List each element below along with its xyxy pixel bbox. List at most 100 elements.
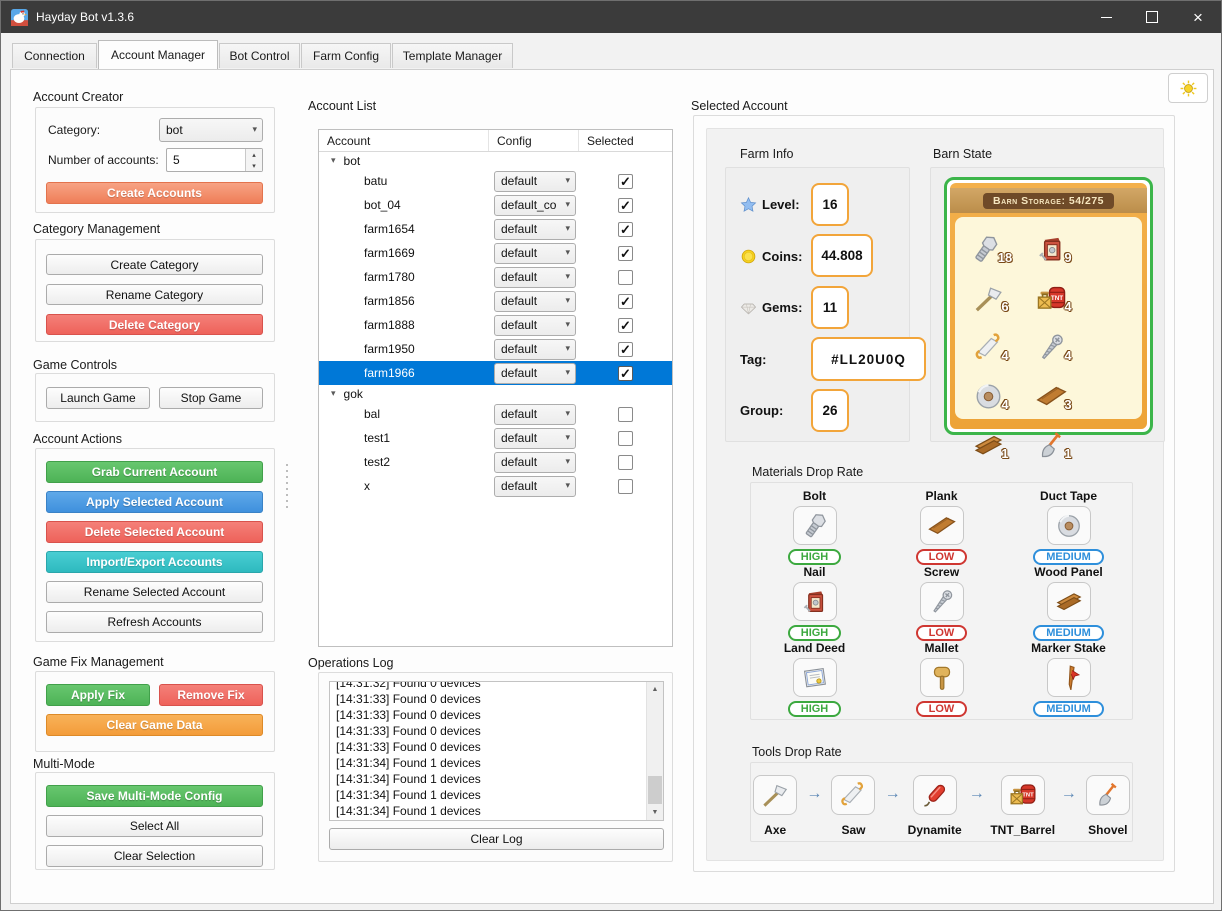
tab-connection[interactable]: Connection: [12, 43, 97, 68]
plank-icon: [927, 511, 957, 541]
barn-item: 1: [1022, 421, 1085, 470]
config-dropdown[interactable]: default▾: [494, 291, 576, 312]
barn-item: 4: [959, 372, 1022, 421]
config-dropdown[interactable]: default▾: [494, 267, 576, 288]
config-dropdown[interactable]: default▾: [494, 428, 576, 449]
select-all-button[interactable]: Select All: [46, 815, 263, 837]
table-row-selected[interactable]: farm1966 default▾: [319, 361, 672, 385]
selected-checkbox[interactable]: [618, 246, 633, 261]
barn-item: 9: [1022, 225, 1085, 274]
create-accounts-button[interactable]: Create Accounts: [46, 182, 263, 204]
table-row[interactable]: farm1856 default▾: [319, 289, 672, 313]
table-row[interactable]: test1 default▾: [319, 426, 672, 450]
import-export-accounts-button[interactable]: Import/Export Accounts: [46, 551, 263, 573]
barn-item: 4: [959, 323, 1022, 372]
table-row[interactable]: bot_04 default_copy▾: [319, 193, 672, 217]
column-header-account[interactable]: Account: [319, 130, 489, 151]
close-button[interactable]: ×: [1175, 1, 1221, 33]
chevron-down-icon: ▾: [565, 319, 570, 330]
scroll-down-icon[interactable]: ▼: [647, 805, 663, 820]
theme-toggle-button[interactable]: [1168, 73, 1208, 103]
expander-icon[interactable]: ▾: [331, 388, 336, 399]
scrollbar-thumb[interactable]: [648, 776, 662, 804]
maximize-button[interactable]: [1129, 1, 1175, 33]
category-dropdown[interactable]: bot ▾: [159, 118, 263, 142]
material-cell: Land Deed HIGH: [751, 641, 878, 717]
selected-checkbox[interactable]: [618, 318, 633, 333]
delete-category-button[interactable]: Delete Category: [46, 314, 263, 335]
tab-bot-control[interactable]: Bot Control: [219, 43, 300, 68]
table-group-row[interactable]: ▾bot: [319, 152, 672, 169]
config-dropdown[interactable]: default▾: [494, 171, 576, 192]
table-row[interactable]: farm1780 default▾: [319, 265, 672, 289]
stop-game-button[interactable]: Stop Game: [159, 387, 263, 409]
config-dropdown[interactable]: default▾: [494, 476, 576, 497]
selected-checkbox[interactable]: [618, 222, 633, 237]
grab-current-account-button[interactable]: Grab Current Account: [46, 461, 263, 483]
config-dropdown[interactable]: default▾: [494, 219, 576, 240]
log-line: [14:31:34] Found 1 devices: [336, 803, 645, 819]
selected-checkbox[interactable]: [618, 366, 633, 381]
table-row[interactable]: bal default▾: [319, 402, 672, 426]
minimize-button[interactable]: [1083, 1, 1129, 33]
tab-template-manager[interactable]: Template Manager: [392, 43, 513, 68]
apply-selected-account-button[interactable]: Apply Selected Account: [46, 491, 263, 513]
delete-selected-account-button[interactable]: Delete Selected Account: [46, 521, 263, 543]
account-creator-group: Category: bot ▾ Number of accounts: 5 ▴▾…: [35, 107, 275, 213]
expander-icon[interactable]: ▾: [331, 155, 336, 166]
refresh-accounts-button[interactable]: Refresh Accounts: [46, 611, 263, 633]
table-row[interactable]: farm1888 default▾: [319, 313, 672, 337]
table-row[interactable]: batu default▾: [319, 169, 672, 193]
table-row[interactable]: test2 default▾: [319, 450, 672, 474]
level-value: 16: [811, 183, 849, 226]
selected-checkbox[interactable]: [618, 342, 633, 357]
config-dropdown[interactable]: default▾: [494, 339, 576, 360]
config-dropdown[interactable]: default▾: [494, 315, 576, 336]
table-row[interactable]: farm1669 default▾: [319, 241, 672, 265]
tab-farm-config[interactable]: Farm Config: [301, 43, 391, 68]
selected-checkbox[interactable]: [618, 198, 633, 213]
config-dropdown[interactable]: default▾: [494, 363, 576, 384]
remove-fix-button[interactable]: Remove Fix: [159, 684, 263, 706]
table-row[interactable]: farm1654 default▾: [319, 217, 672, 241]
config-dropdown[interactable]: default▾: [494, 243, 576, 264]
log-output[interactable]: [14:31:32] Found 0 devices [14:31:33] Fo…: [329, 681, 664, 821]
selected-checkbox[interactable]: [618, 270, 633, 285]
config-dropdown[interactable]: default▾: [494, 452, 576, 473]
config-dropdown[interactable]: default_copy▾: [494, 195, 576, 216]
clear-selection-button[interactable]: Clear Selection: [46, 845, 263, 867]
number-of-accounts-stepper[interactable]: 5 ▴▾: [166, 148, 263, 172]
selected-checkbox[interactable]: [618, 174, 633, 189]
operations-log-group: [14:31:32] Found 0 devices [14:31:33] Fo…: [318, 672, 673, 862]
table-row[interactable]: farm1950 default▾: [319, 337, 672, 361]
spin-down-icon[interactable]: ▾: [246, 160, 262, 171]
table-group-row[interactable]: ▾gok: [319, 385, 672, 402]
column-header-config[interactable]: Config: [489, 130, 579, 151]
group-label: Group:: [740, 403, 783, 418]
selected-account-group: Farm Info Level: 16 Coins: 44.808: [693, 115, 1175, 872]
selected-checkbox[interactable]: [618, 431, 633, 446]
selected-checkbox[interactable]: [618, 479, 633, 494]
clear-log-button[interactable]: Clear Log: [329, 828, 664, 850]
column-header-selected[interactable]: Selected: [579, 130, 672, 151]
clear-game-data-button[interactable]: Clear Game Data: [46, 714, 263, 736]
selected-checkbox[interactable]: [618, 455, 633, 470]
barn-state-title: Barn State: [933, 147, 992, 161]
spin-up-icon[interactable]: ▴: [246, 149, 262, 160]
launch-game-button[interactable]: Launch Game: [46, 387, 150, 409]
rename-category-button[interactable]: Rename Category: [46, 284, 263, 305]
level-label: Level:: [762, 197, 800, 212]
panel-splitter-handle[interactable]: [284, 464, 289, 510]
tab-account-manager[interactable]: Account Manager: [98, 40, 218, 69]
selected-checkbox[interactable]: [618, 407, 633, 422]
scroll-up-icon[interactable]: ▲: [647, 682, 663, 697]
save-multi-mode-config-button[interactable]: Save Multi-Mode Config: [46, 785, 263, 807]
config-dropdown[interactable]: default▾: [494, 404, 576, 425]
log-scrollbar[interactable]: ▲ ▼: [646, 682, 663, 820]
rename-selected-account-button[interactable]: Rename Selected Account: [46, 581, 263, 603]
coins-value: 44.808: [811, 234, 873, 277]
apply-fix-button[interactable]: Apply Fix: [46, 684, 150, 706]
selected-checkbox[interactable]: [618, 294, 633, 309]
create-category-button[interactable]: Create Category: [46, 254, 263, 275]
table-row[interactable]: x default▾: [319, 474, 672, 498]
